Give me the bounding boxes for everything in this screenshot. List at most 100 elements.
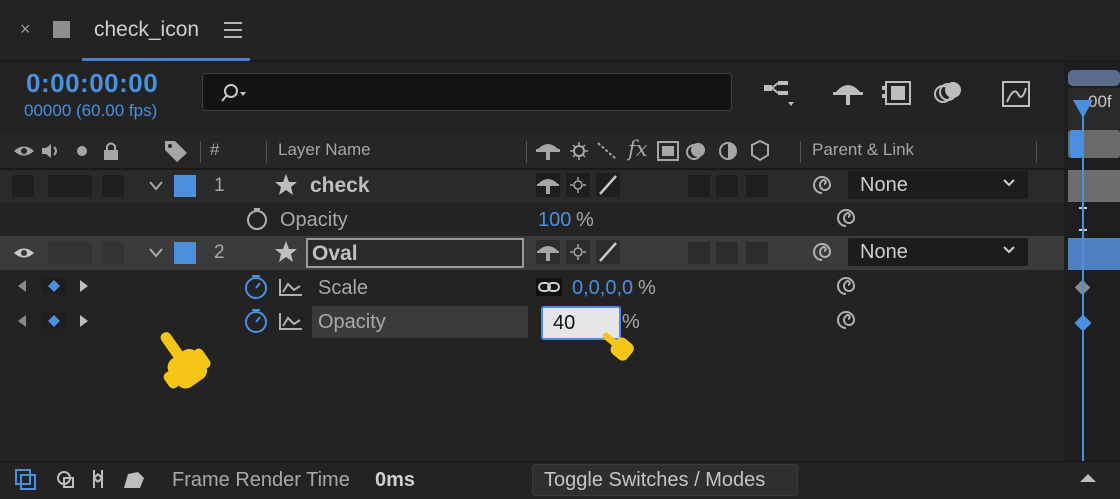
current-time-display[interactable]: 0:00:00:00 [26,68,158,99]
property-name: Opacity [318,311,386,333]
stopwatch-active-icon[interactable] [242,307,270,335]
switch-box[interactable] [688,175,710,197]
solo-icon [77,146,87,156]
property-name: Opacity [280,209,348,231]
audio-switch[interactable] [48,242,70,264]
audio-switch[interactable] [48,175,70,197]
pick-whip-icon[interactable] [834,308,858,332]
tab-title[interactable]: check_icon [94,18,199,42]
eye-icon [14,146,34,156]
parent-dropdown-value: None [860,241,908,263]
column-separator[interactable] [200,141,201,163]
layer-number: 2 [214,242,225,263]
layer-name[interactable]: check [310,174,370,198]
layer-switches[interactable] [536,173,626,197]
column-separator[interactable] [266,141,267,163]
switch-box[interactable] [746,242,768,264]
composition-icon [53,21,70,38]
layer-name-edit-box[interactable]: Oval [306,238,524,268]
shape-layer-star-icon [275,241,297,262]
switch-box[interactable] [688,242,710,264]
graph-icon[interactable] [278,277,304,297]
keyframe-navigator[interactable] [16,313,102,329]
search-icon[interactable] [217,82,251,104]
current-time-indicator-head[interactable] [1073,100,1093,118]
property-unit: % [638,277,656,299]
in-out-toggle-icon [92,470,104,488]
lock-switch[interactable] [102,175,124,197]
property-row-opacity[interactable] [0,203,1064,237]
expand-chevron-icon[interactable] [148,180,164,192]
label-color-swatch[interactable] [174,175,196,197]
lock-switch[interactable] [102,242,124,264]
render-time-label: Frame Render Time [172,469,350,491]
toggle-switches-modes-label[interactable]: Toggle Switches / Modes [544,469,765,492]
audio-icon [42,144,57,158]
active-tab-indicator [82,58,250,61]
layer-1-duration-bar[interactable] [1068,170,1120,202]
layer-name[interactable]: Oval [312,242,358,266]
solo-switch[interactable] [70,175,92,197]
switch-box[interactable] [716,175,738,197]
label-tag-icon [165,141,187,162]
render-time-toggle-icon [124,472,144,488]
column-separator[interactable] [800,141,801,163]
layer-name-column-header[interactable]: Layer Name [278,140,371,160]
property-value[interactable]: 0,0,0,0 [572,277,633,300]
chevron-down-icon [1003,246,1015,254]
pick-whip-icon[interactable] [834,274,858,298]
layer-number: 1 [214,175,225,196]
graph-icon[interactable] [278,311,304,331]
video-switch[interactable] [12,175,34,197]
pointing-hand-icon [602,332,634,361]
graph-editor-icon[interactable] [998,76,1034,110]
keyframe-navigator[interactable] [16,278,102,294]
eye-icon[interactable] [12,242,36,264]
render-time-value: 0ms [375,469,416,491]
stopwatch-icon[interactable] [244,206,270,232]
av-features-header [14,142,118,160]
zoom-up-icon[interactable] [1078,472,1098,484]
pick-whip-icon[interactable] [810,240,834,264]
property-name: Scale [318,277,369,299]
expand-chevron-icon[interactable] [148,247,164,259]
pointing-hand-icon [160,332,211,389]
time-navigator[interactable] [1068,70,1120,86]
close-tab-icon[interactable]: × [20,19,31,40]
property-value[interactable]: 100 [538,209,571,232]
pick-whip-icon[interactable] [810,173,834,197]
frame-count-display: 00000 (60.00 fps) [24,101,158,120]
draft-3d-icon[interactable] [830,76,866,110]
frame-blending-icon[interactable] [880,76,916,110]
current-time-indicator-line[interactable] [1082,103,1084,461]
search-input[interactable] [251,80,721,104]
switch-box[interactable] [716,242,738,264]
solo-switch[interactable] [70,242,92,264]
parent-link-column-header[interactable]: Parent & Link [812,140,914,160]
label-color-swatch[interactable] [174,242,196,264]
switches-header [536,142,617,160]
stopwatch-active-icon[interactable] [242,273,270,301]
switch-box[interactable] [746,175,768,197]
parent-dropdown-value: None [860,174,908,196]
property-row-scale[interactable] [0,270,1064,304]
motion-blur-icon[interactable] [930,76,966,110]
pick-whip-icon[interactable] [834,206,858,230]
flowchart-icon[interactable] [760,76,796,110]
shape-layer-star-icon [275,174,297,195]
parent-dropdown[interactable]: None [848,238,1028,266]
constrain-proportions-link-icon[interactable] [536,278,562,296]
column-separator[interactable] [1036,141,1037,163]
column-separator[interactable] [526,141,527,163]
panel-menu-icon[interactable] [224,22,242,38]
number-column-header[interactable]: # [210,140,219,160]
search-input-box[interactable] [202,73,732,111]
layer-switches-toggle-icon [15,469,36,490]
effects-column-header[interactable]: fx [628,137,648,161]
parent-dropdown[interactable]: None [848,171,1028,199]
work-area-start-handle[interactable] [1070,130,1082,158]
layer-2-duration-bar[interactable] [1068,238,1120,270]
layer-switches[interactable] [536,240,626,264]
chevron-down-icon [1003,179,1015,187]
footer-toggles[interactable] [14,466,154,492]
